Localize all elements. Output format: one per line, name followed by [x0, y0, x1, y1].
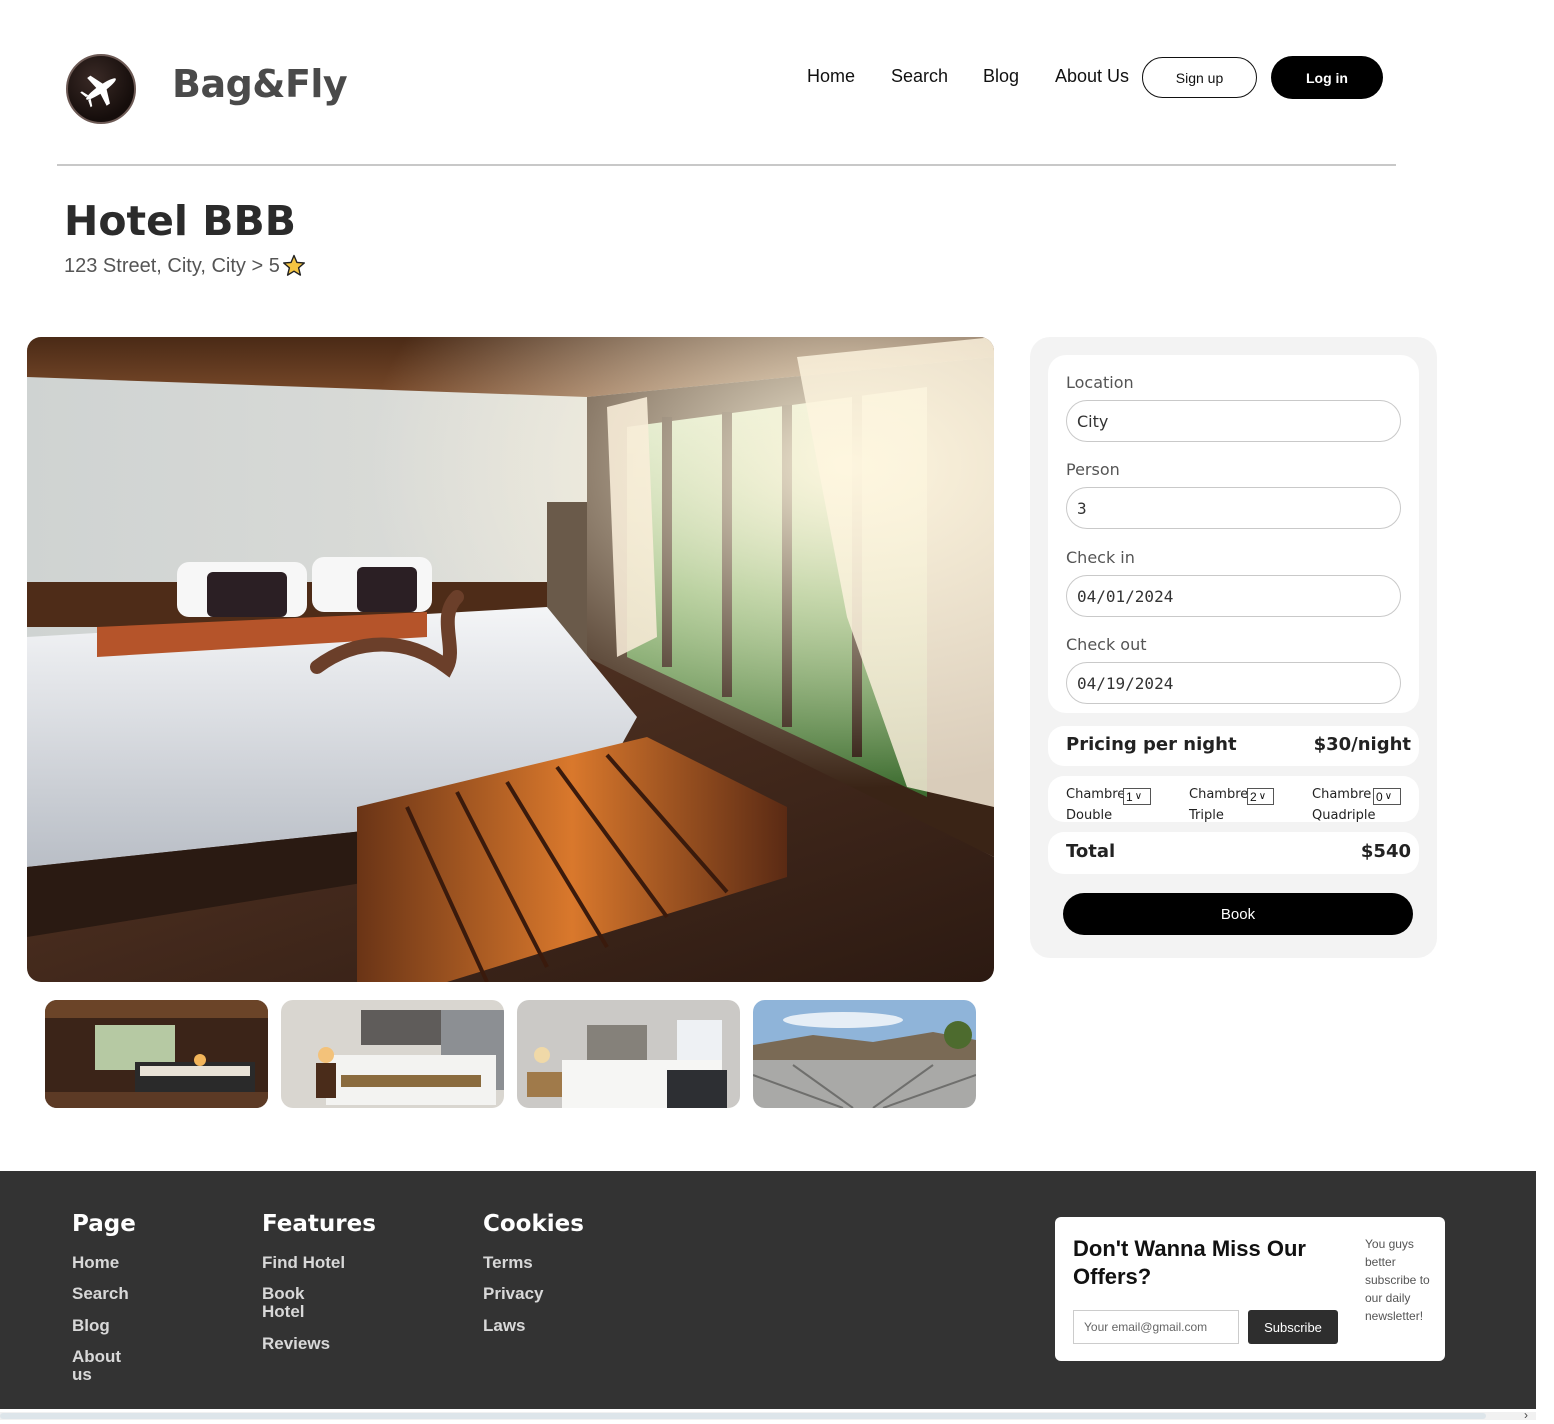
- footer-link-privacy[interactable]: Privacy: [483, 1285, 544, 1303]
- nav-about[interactable]: About Us: [1055, 66, 1129, 87]
- thumbnail-photo-3[interactable]: [517, 1000, 740, 1108]
- room-triple-line1: Chambre: [1189, 787, 1249, 802]
- newsletter-box: Don't Wanna Miss Our Offers? Your email@…: [1055, 1217, 1445, 1361]
- room-double-select-value: 1: [1126, 789, 1133, 804]
- newsletter-email-input[interactable]: Your email@gmail.com: [1073, 1310, 1239, 1344]
- hotel-address: 123 Street, City, City > 5: [64, 254, 306, 278]
- footer-link-about-us[interactable]: us: [72, 1366, 92, 1384]
- login-button[interactable]: Log in: [1271, 56, 1383, 99]
- room-double-select[interactable]: 1 ∨: [1123, 788, 1151, 805]
- checkout-label: Check out: [1066, 635, 1147, 654]
- location-label: Location: [1066, 373, 1134, 392]
- footer-link-search[interactable]: Search: [72, 1285, 129, 1303]
- footer-link-laws[interactable]: Laws: [483, 1317, 526, 1335]
- book-button[interactable]: Book: [1063, 893, 1413, 935]
- nav-blog[interactable]: Blog: [983, 66, 1019, 87]
- hotel-address-text: 123 Street, City, City > 5: [64, 254, 280, 277]
- footer-link-book[interactable]: Book: [262, 1285, 305, 1303]
- hotel-title: Hotel BBB: [64, 197, 296, 245]
- room-selection-row: Chambre Double 1 ∨ Chambre Triple 2 ∨ Ch…: [1048, 776, 1419, 823]
- footer-link-reviews[interactable]: Reviews: [262, 1335, 330, 1353]
- room-quadriple-label: Chambre Quadriple: [1312, 784, 1376, 826]
- room-triple-select[interactable]: 2 ∨: [1247, 788, 1274, 805]
- footer-link-find-hotel[interactable]: Find Hotel: [262, 1254, 345, 1272]
- footer-cookies-title: Cookies: [483, 1211, 584, 1237]
- signup-button[interactable]: Sign up: [1142, 57, 1257, 98]
- person-label: Person: [1066, 460, 1120, 479]
- room-quadriple-line1: Chambre: [1312, 787, 1372, 802]
- footer-link-book-hotel[interactable]: Hotel: [262, 1303, 305, 1321]
- pricing-value: $30/night: [1313, 734, 1411, 755]
- total-row: Total $540: [1048, 832, 1419, 874]
- room-double-line1: Chambre: [1066, 787, 1126, 802]
- airplane-logo-icon[interactable]: [66, 54, 136, 124]
- newsletter-title: Don't Wanna Miss Our Offers?: [1073, 1236, 1306, 1289]
- hotel-main-photo[interactable]: [27, 337, 994, 982]
- thumbnail-photo-4[interactable]: [753, 1000, 976, 1108]
- checkout-date-input[interactable]: 04/19/2024: [1066, 662, 1401, 704]
- thumbnail-photo-2[interactable]: [281, 1000, 504, 1108]
- room-triple-label: Chambre Triple: [1189, 784, 1248, 826]
- nav-search[interactable]: Search: [891, 66, 948, 87]
- nav-home[interactable]: Home: [807, 66, 855, 87]
- newsletter-side-text: You guys better subscribe to our daily n…: [1365, 1237, 1430, 1323]
- room-quadriple-select-value: 0: [1376, 789, 1383, 804]
- room-quadriple-line2: Quadriple: [1312, 808, 1376, 823]
- footer-link-home[interactable]: Home: [72, 1254, 119, 1272]
- footer-link-blog[interactable]: Blog: [72, 1317, 110, 1335]
- booking-panel: Location City Person 3 Check in 04/01/20…: [1030, 337, 1437, 958]
- footer-link-terms[interactable]: Terms: [483, 1254, 533, 1272]
- total-label: Total: [1066, 841, 1116, 862]
- booking-form: Location City Person 3 Check in 04/01/20…: [1048, 355, 1419, 713]
- thumbnail-photo-1[interactable]: [45, 1000, 268, 1108]
- room-quadriple-select[interactable]: 0 ∨: [1373, 788, 1401, 805]
- scrollbar-thumb[interactable]: [0, 1413, 1486, 1419]
- room-double-label: Chambre Double: [1066, 784, 1125, 826]
- room-triple-select-value: 2: [1250, 789, 1257, 804]
- subscribe-button[interactable]: Subscribe: [1248, 1310, 1338, 1344]
- pricing-label: Pricing per night: [1066, 734, 1237, 755]
- site-header: Bag&Fly Home Search Blog About Us Sign u…: [0, 0, 1554, 166]
- footer-page-title: Page: [72, 1211, 136, 1237]
- footer-features-title: Features: [262, 1211, 376, 1237]
- checkin-date-input[interactable]: 04/01/2024: [1066, 575, 1401, 617]
- chevron-down-icon: ∨: [1258, 791, 1267, 802]
- checkin-label: Check in: [1066, 548, 1135, 567]
- chevron-down-icon: ∨: [1134, 791, 1143, 802]
- star-icon: [282, 254, 305, 276]
- room-double-line2: Double: [1066, 808, 1113, 823]
- pricing-row: Pricing per night $30/night: [1048, 726, 1419, 766]
- room-triple-line2: Triple: [1189, 808, 1224, 823]
- chevron-down-icon: ∨: [1384, 791, 1393, 802]
- footer-link-about[interactable]: About: [72, 1348, 121, 1366]
- total-value: $540: [1360, 841, 1411, 862]
- header-divider: [57, 164, 1396, 166]
- person-input[interactable]: 3: [1066, 487, 1401, 529]
- scroll-right-arrow-icon[interactable]: ›: [1524, 1408, 1528, 1422]
- site-footer: Page Home Search Blog About us Features …: [0, 1171, 1536, 1409]
- location-input[interactable]: City: [1066, 400, 1401, 442]
- brand-name[interactable]: Bag&Fly: [172, 62, 348, 106]
